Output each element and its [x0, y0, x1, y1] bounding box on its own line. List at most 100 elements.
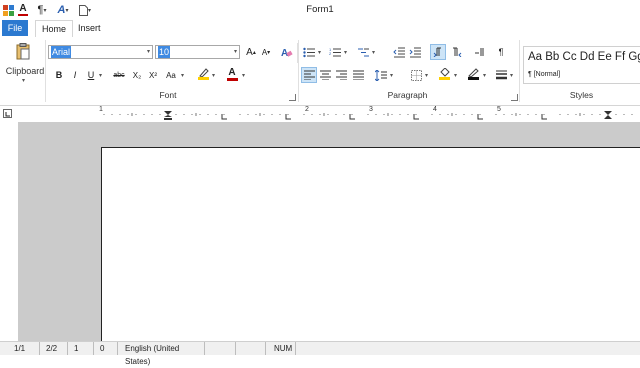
- clipboard-label: Clipboard: [5, 66, 45, 76]
- status-page: 1/1: [10, 342, 40, 355]
- font-name-combo[interactable]: Arial ▾: [48, 45, 153, 59]
- chevron-down-icon: ▾: [212, 73, 216, 79]
- status-bar: 1/1 2/2 1 0 English (United States) NUM: [0, 341, 640, 366]
- numbering-button[interactable]: 12: [328, 45, 342, 59]
- ribbon-home: Clipboard ▾ Arial ▾ 10 ▾ A ▴ A ▾ A B I U ▾…: [0, 37, 640, 106]
- underline-button[interactable]: U: [84, 68, 98, 82]
- bullets-button[interactable]: [302, 45, 316, 59]
- align-left-button[interactable]: [301, 67, 317, 83]
- paragraph-direction-button[interactable]: [472, 45, 486, 59]
- status-language: English (United States): [121, 342, 205, 366]
- align-center-icon: [319, 70, 331, 80]
- chevron-down-icon: ▾: [510, 73, 514, 79]
- borders-icon: [410, 69, 422, 81]
- chevron-down-icon: ▾: [372, 50, 376, 56]
- tab-file[interactable]: File: [2, 20, 28, 36]
- decrease-indent-button[interactable]: [392, 45, 406, 59]
- chevron-down-icon: ▾: [344, 50, 348, 56]
- subscript-button[interactable]: X₂: [130, 68, 144, 82]
- numbering-icon: 12: [329, 47, 341, 56]
- paragraph-dialog-launcher-icon[interactable]: [511, 94, 518, 101]
- shrink-font-button[interactable]: A ▾: [259, 45, 273, 59]
- show-marks-button[interactable]: ¶: [494, 45, 508, 59]
- paragraph-mark-icon: ¶: [498, 47, 504, 57]
- left-to-right-button[interactable]: [430, 44, 446, 60]
- pen-icon: [467, 68, 479, 77]
- justify-icon: [352, 70, 364, 80]
- status-num: NUM: [270, 342, 296, 355]
- line-style-icon: [495, 70, 507, 80]
- line-style-button[interactable]: [494, 68, 508, 82]
- grow-font-icon: A: [246, 46, 253, 58]
- justify-button[interactable]: [351, 68, 365, 82]
- font-size-combo[interactable]: 10 ▾: [155, 45, 240, 59]
- horizontal-ruler[interactable]: 1 2 3 4 5: [0, 106, 640, 122]
- window-title: Form1: [306, 4, 334, 15]
- chevron-down-icon: ▾: [242, 73, 246, 79]
- style-preview: Aa Bb Cc Dd Ee Ff Gg: [528, 51, 640, 63]
- status-empty-2: [238, 342, 266, 355]
- title-bar: A ¶ ▾ A ▾ ▾ Form1: [0, 0, 640, 20]
- chevron-down-icon: ▾: [483, 73, 487, 79]
- tab-home[interactable]: Home: [35, 20, 74, 38]
- line-spacing-button[interactable]: [374, 68, 388, 82]
- borders-button[interactable]: [409, 68, 423, 82]
- align-right-button[interactable]: [334, 68, 348, 82]
- paint-bucket-icon: [439, 68, 450, 77]
- paragraph-direction-icon: [474, 48, 483, 56]
- chevron-down-icon: ▾: [22, 78, 26, 84]
- group-separator: [519, 40, 520, 102]
- right-to-left-icon: [452, 47, 461, 57]
- styles-group-label: Styles: [569, 90, 594, 100]
- font-name-value: Arial: [51, 46, 72, 58]
- clear-formatting-button[interactable]: A: [280, 45, 294, 59]
- status-empty-1: [208, 342, 236, 355]
- bullets-icon: [303, 47, 315, 57]
- tab-stop-selector[interactable]: [3, 109, 12, 118]
- grow-font-button[interactable]: A ▴: [244, 45, 258, 59]
- styles-gallery[interactable]: Aa Bb Cc Dd Ee Ff Gg ¶ [Normal]: [523, 46, 640, 84]
- vertical-ruler[interactable]: [0, 122, 18, 341]
- shading-button[interactable]: [437, 67, 451, 81]
- border-color-button[interactable]: [466, 67, 480, 81]
- ruler-number: 2: [305, 106, 309, 113]
- clear-formatting-icon: A: [281, 48, 293, 58]
- highlight-color-button[interactable]: [196, 67, 210, 81]
- increase-indent-icon: [409, 47, 421, 57]
- document-page[interactable]: [101, 147, 640, 341]
- font-dialog-launcher-icon[interactable]: [289, 94, 296, 101]
- highlighter-icon: [198, 68, 209, 77]
- decrease-indent-icon: [393, 47, 405, 57]
- bold-button[interactable]: B: [52, 68, 66, 82]
- paste-button[interactable]: Clipboard ▾: [3, 40, 44, 90]
- line-spacing-icon: [375, 69, 387, 81]
- chevron-down-icon: ▾: [146, 49, 150, 55]
- superscript-button[interactable]: X²: [146, 68, 160, 82]
- status-column: 0: [96, 342, 118, 355]
- style-normal[interactable]: ¶ [Normal]: [528, 71, 560, 78]
- paste-icon: [16, 43, 30, 60]
- chevron-down-icon: ▾: [454, 73, 458, 79]
- chevron-down-icon: ▾: [181, 73, 185, 79]
- chevron-down-icon: ▾: [99, 73, 103, 79]
- font-group-label: Font: [159, 90, 177, 100]
- tab-insert[interactable]: Insert: [72, 20, 107, 36]
- ruler-number: 5: [497, 106, 501, 113]
- ribbon-tabs: File Home Insert: [0, 20, 640, 38]
- chevron-down-icon: ▾: [318, 50, 322, 56]
- right-to-left-button[interactable]: [449, 45, 463, 59]
- group-separator: [298, 40, 299, 102]
- increase-indent-button[interactable]: [408, 45, 422, 59]
- multilevel-list-icon: [358, 48, 369, 56]
- font-color-icon: A: [228, 66, 236, 78]
- strikethrough-button[interactable]: abc: [110, 68, 128, 82]
- italic-button[interactable]: I: [68, 68, 82, 82]
- chevron-down-icon: ▾: [233, 49, 237, 55]
- paragraph-group-label: Paragraph: [387, 90, 428, 100]
- align-center-button[interactable]: [318, 68, 332, 82]
- chevron-down-icon: ▾: [425, 73, 429, 79]
- left-to-right-icon: [433, 47, 441, 57]
- font-color-dropdown[interactable]: A: [225, 67, 239, 81]
- change-case-button[interactable]: Aa: [163, 68, 179, 82]
- multilevel-list-button[interactable]: [356, 45, 370, 59]
